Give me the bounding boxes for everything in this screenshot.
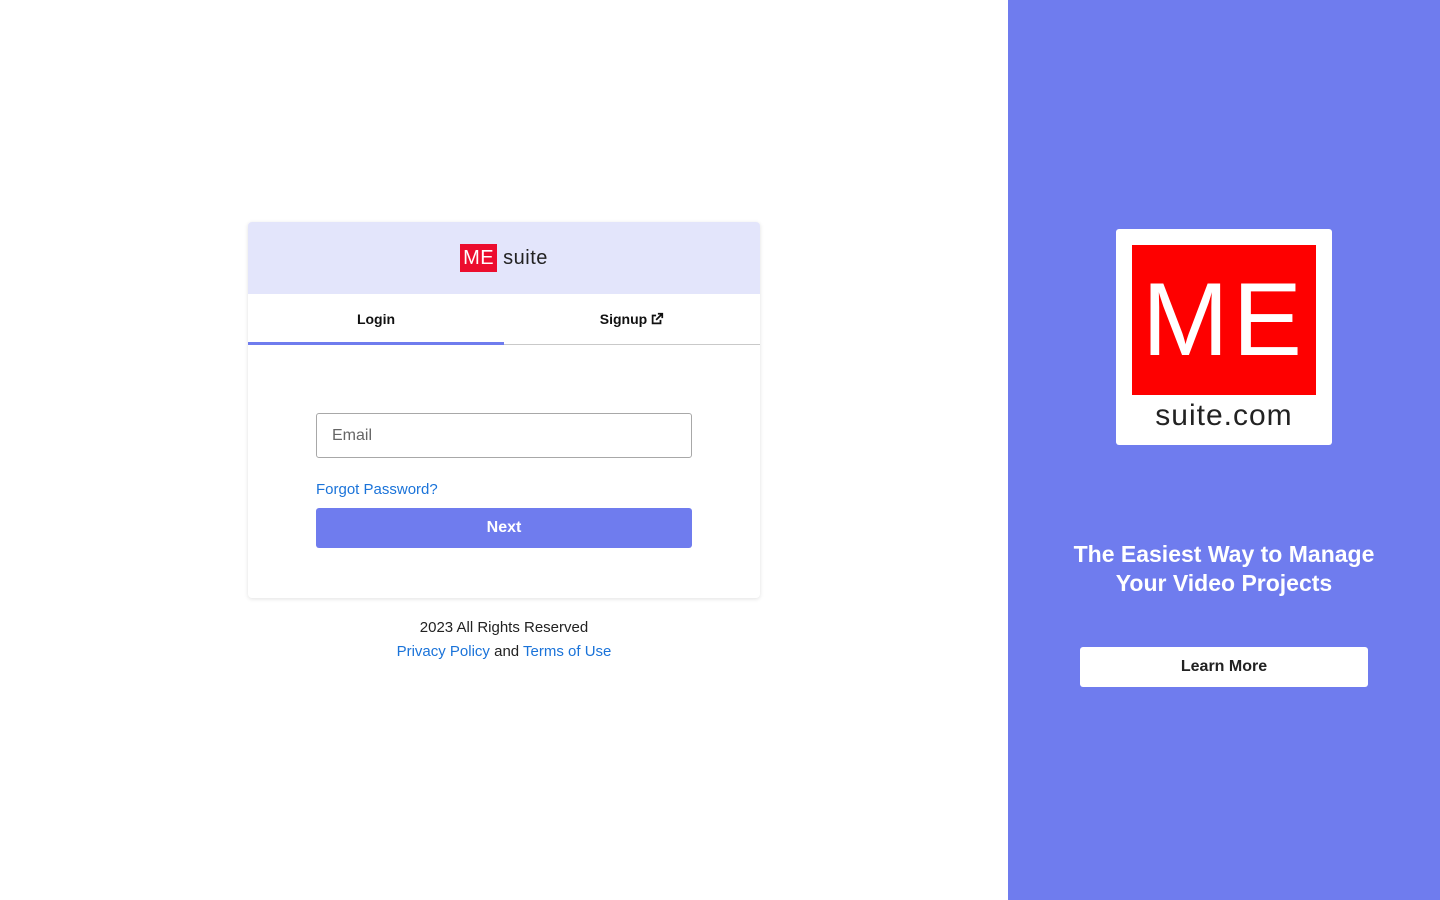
card-header: ME suite [248,222,760,294]
promo-pane: ME suite.com The Easiest Way to Manage Y… [1008,0,1440,900]
promo-logo: ME suite.com [1116,229,1332,445]
tab-login-label: Login [356,311,396,327]
terms-of-use-link[interactable]: Terms of Use [523,643,611,660]
login-form: Forgot Password? Next [316,413,692,548]
footer: 2023 All Rights Reserved Privacy Policy … [248,616,760,664]
login-card: ME suite Login Signup Forgot P [248,222,760,598]
promo-tagline: The Easiest Way to Manage Your Video Pro… [1073,541,1375,596]
copyright-text: 2023 All Rights Reserved [419,619,589,636]
tab-signup[interactable]: Signup [504,294,760,344]
auth-tabs: Login Signup [248,294,760,345]
and-text: and [494,643,520,660]
promo-logo-mark: ME [1132,245,1316,395]
privacy-policy-link[interactable]: Privacy Policy [397,643,490,660]
email-field[interactable] [316,413,692,458]
next-button[interactable]: Next [316,508,692,548]
brand-logo: ME suite [460,244,548,272]
learn-more-button[interactable]: Learn More [1080,647,1368,687]
page: ME suite Login Signup Forgot P [0,0,1440,900]
promo-logo-domain: suite.com [1155,399,1293,432]
legal-links: Privacy Policy and Terms of Use [248,640,760,664]
tab-login[interactable]: Login [248,294,504,345]
brand-logo-box: ME [460,244,498,272]
forgot-password-link[interactable]: Forgot Password? [316,481,692,498]
login-pane: ME suite Login Signup Forgot P [0,0,1008,900]
external-link-icon [651,312,664,325]
tab-signup-label: Signup [599,311,648,327]
brand-logo-text: suite [503,246,548,269]
